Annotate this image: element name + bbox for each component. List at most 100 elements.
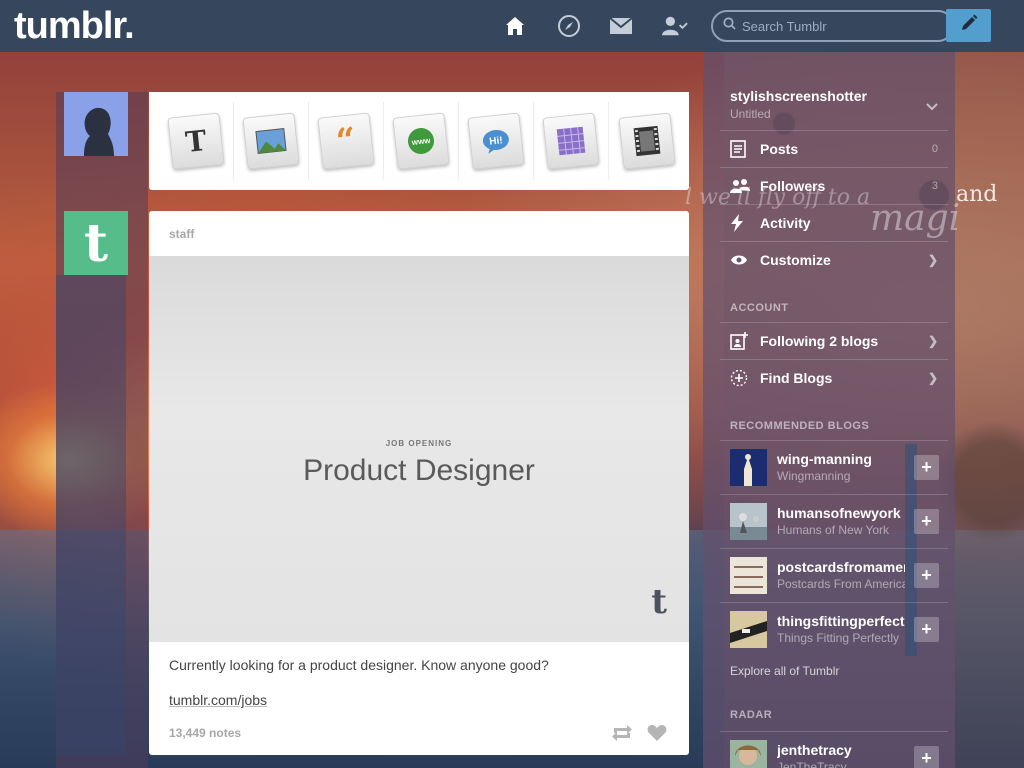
recommended-blog-row[interactable]: thingsfittingperfectly Things Fitting Pe… [720, 602, 948, 656]
blog-name: stylishscreenshotter [730, 88, 867, 104]
sidebar-item-label: Posts [760, 141, 799, 157]
account-icon[interactable] [662, 13, 688, 39]
chevron-down-icon [926, 98, 938, 116]
blog-name: wing-manning [777, 451, 872, 467]
blog-switcher[interactable]: stylishscreenshotter Untitled [720, 88, 948, 128]
blog-name: thingsfittingperfectly [777, 613, 905, 629]
post-link-button[interactable]: www [384, 102, 459, 180]
follow-button[interactable]: + [914, 563, 939, 588]
background-script-text: and [956, 182, 998, 207]
job-kicker: JOB OPENING [385, 439, 453, 448]
follow-button[interactable]: + [914, 509, 939, 534]
blog-avatar[interactable] [730, 557, 767, 594]
post-video-button[interactable] [609, 102, 684, 180]
sidebar-item-posts[interactable]: Posts 0 [720, 130, 948, 167]
blog-title: Wingmanning [777, 469, 851, 483]
explore-link[interactable]: Explore all of Tumblr [730, 664, 839, 678]
blog-avatar[interactable] [730, 503, 767, 540]
follow-button[interactable]: + [914, 455, 939, 480]
dashboard-left-strip-blue [56, 275, 126, 755]
chevron-right-icon: ❯ [927, 334, 938, 348]
lightning-icon [720, 214, 750, 232]
mail-icon[interactable] [608, 13, 634, 39]
radar-heading: RADAR [730, 709, 773, 721]
post-body-text: Currently looking for a product designer… [169, 657, 549, 673]
chat-post-icon: Hi! [482, 129, 509, 154]
sidebar-item-following[interactable]: Following 2 blogs ❯ [720, 322, 948, 359]
post-image[interactable]: JOB OPENING Product Designer t [149, 256, 689, 642]
recommended-blog-row[interactable]: humansofnewyork Humans of New York + [720, 494, 948, 548]
sidebar-item-label: Find Blogs [760, 370, 833, 386]
post-notes-count[interactable]: 13,449 notes [169, 726, 241, 740]
pencil-icon [959, 13, 979, 38]
sidebar-item-activity[interactable]: Activity [720, 204, 948, 241]
tumblr-t-icon: t [83, 212, 109, 274]
eye-icon [720, 254, 750, 266]
compose-button[interactable] [946, 9, 991, 42]
sidebar-item-customize[interactable]: Customize ❯ [720, 241, 948, 278]
sidebar-item-find-blogs[interactable]: Find Blogs ❯ [720, 359, 948, 396]
blog-title: Untitled [730, 107, 771, 121]
people-icon [720, 178, 750, 194]
blog-avatar[interactable] [730, 740, 767, 768]
recommended-blog-row[interactable]: postcardsfromamerica Postcards From Amer… [720, 548, 948, 602]
account-heading: ACCOUNT [730, 302, 789, 314]
post-chat-button[interactable]: Hi! [459, 102, 534, 180]
staff-avatar[interactable]: t [64, 211, 128, 275]
tumblr-t-icon: t [651, 582, 667, 622]
sidebar-item-label: Following 2 blogs [760, 333, 879, 349]
search-input[interactable] [742, 18, 942, 34]
home-icon[interactable] [502, 13, 528, 39]
plus-icon: + [921, 619, 932, 639]
plus-icon: + [921, 511, 932, 531]
search-box[interactable] [711, 10, 954, 42]
sidebar-item-label: Customize [760, 252, 831, 268]
blog-name: jenthetracy [777, 742, 852, 758]
sidebar-item-followers[interactable]: Followers 3 [720, 167, 948, 204]
following-icon [720, 332, 750, 350]
follow-button[interactable]: + [914, 617, 939, 642]
blog-avatar[interactable] [730, 449, 767, 486]
post-author[interactable]: staff [149, 211, 689, 256]
link-post-icon: www [408, 128, 434, 154]
compass-icon[interactable] [556, 13, 582, 39]
blog-title: JenTheTracy [777, 760, 847, 768]
sidebar-item-label: Followers [760, 178, 826, 194]
plus-icon: + [921, 748, 932, 768]
reblog-icon[interactable] [611, 722, 633, 744]
tumblr-logo[interactable]: tumblr. [14, 5, 135, 48]
top-navigation-bar: tumblr. [0, 0, 1024, 52]
quote-post-icon: “ [334, 120, 358, 162]
sidebar-item-label: Activity [760, 215, 811, 231]
recommended-heading: RECOMMENDED BLOGS [730, 420, 870, 432]
blog-title: Things Fitting Perfectly [777, 631, 900, 645]
radar-blog-row[interactable]: jenthetracy JenTheTracy + [720, 731, 948, 768]
chevron-right-icon: ❯ [927, 371, 938, 385]
post-audio-button[interactable] [534, 102, 609, 180]
post-type-selector: T “ www Hi! [149, 92, 689, 190]
audio-post-icon [556, 126, 586, 156]
job-title: Product Designer [303, 454, 535, 487]
compass-icon [720, 369, 750, 387]
blog-name: humansofnewyork [777, 505, 901, 521]
posts-count: 0 [931, 143, 938, 155]
video-post-icon [633, 125, 660, 157]
plus-icon: + [921, 457, 932, 477]
blog-avatar[interactable] [730, 611, 767, 648]
follow-button[interactable]: + [914, 746, 939, 768]
recommended-blog-row[interactable]: wing-manning Wingmanning + [720, 440, 948, 494]
post-link[interactable]: tumblr.com/jobs [169, 692, 267, 708]
photo-post-icon [255, 128, 287, 154]
post-quote-button[interactable]: “ [309, 102, 384, 180]
search-icon [723, 17, 736, 35]
blog-title: Postcards From America [777, 577, 905, 591]
user-avatar[interactable] [64, 92, 128, 156]
chevron-right-icon: ❯ [927, 253, 938, 267]
dashboard-post: staff JOB OPENING Product Designer t Cur… [149, 211, 689, 755]
heart-icon[interactable] [646, 722, 668, 744]
svg-text:Hi!: Hi! [489, 135, 503, 147]
text-post-icon: T [183, 123, 209, 159]
post-photo-button[interactable] [234, 102, 309, 180]
plus-icon: + [921, 565, 932, 585]
post-text-button[interactable]: T [159, 102, 234, 180]
